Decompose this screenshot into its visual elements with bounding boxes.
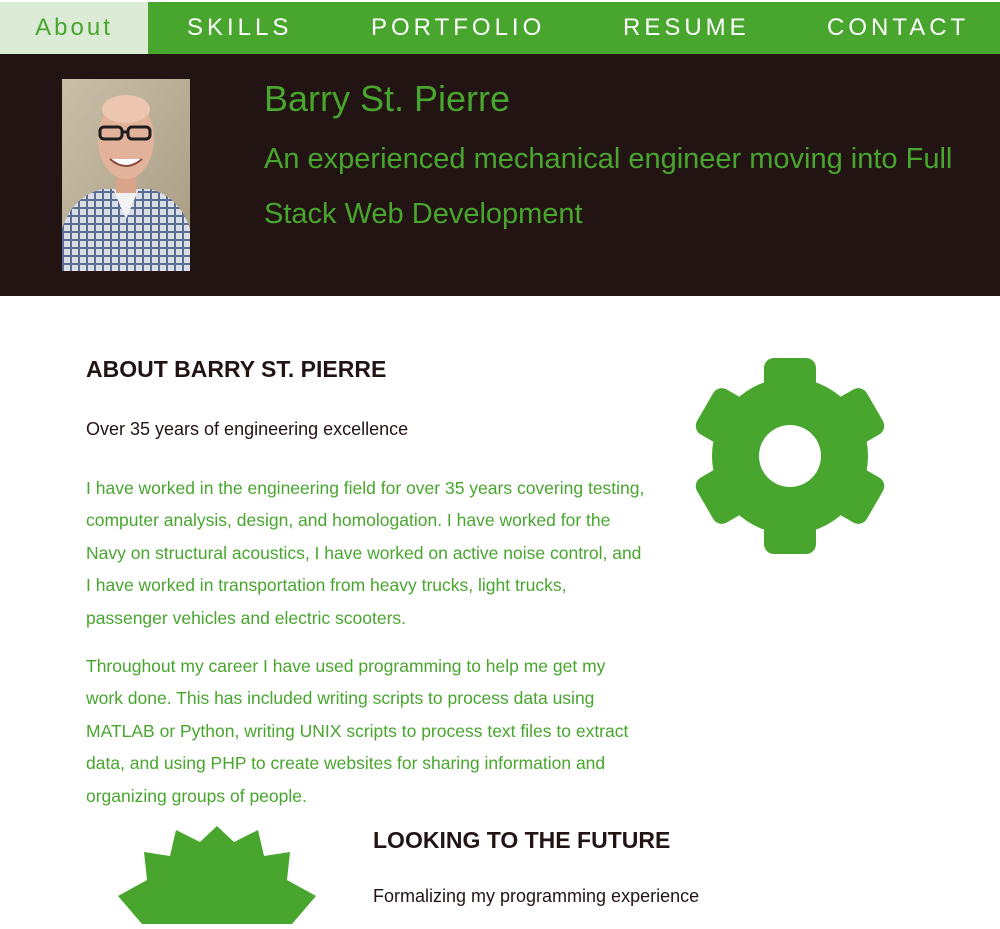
badge-star-icon — [112, 824, 322, 924]
about-paragraph: I have worked in the engineering field f… — [86, 478, 645, 628]
about-subtitle: Over 35 years of engineering excellence — [86, 419, 409, 439]
future-subtitle: Formalizing my programming experience — [373, 886, 700, 906]
hero-banner: Barry St. Pierre An experienced mechanic… — [0, 54, 1000, 296]
nav-item-contact[interactable]: CONTACT — [827, 2, 969, 54]
nav-item-about[interactable]: About — [0, 2, 148, 54]
main-nav: About SKILLS PORTFOLIO RESUME CONTACT — [0, 0, 1000, 54]
nav-item-skills[interactable]: SKILLS — [187, 2, 292, 54]
about-heading: ABOUT BARRY ST. PIERRE — [86, 356, 387, 382]
page-title: Barry St. Pierre — [264, 78, 511, 119]
nav-item-portfolio[interactable]: PORTFOLIO — [371, 2, 545, 54]
profile-photo — [62, 79, 190, 271]
nav-item-resume[interactable]: RESUME — [623, 2, 750, 54]
gear-icon — [690, 356, 890, 556]
future-heading: LOOKING TO THE FUTURE — [373, 827, 671, 853]
about-paragraph: Throughout my career I have used program… — [86, 656, 629, 806]
tagline: An experienced mechanical engineer movin… — [264, 143, 953, 230]
